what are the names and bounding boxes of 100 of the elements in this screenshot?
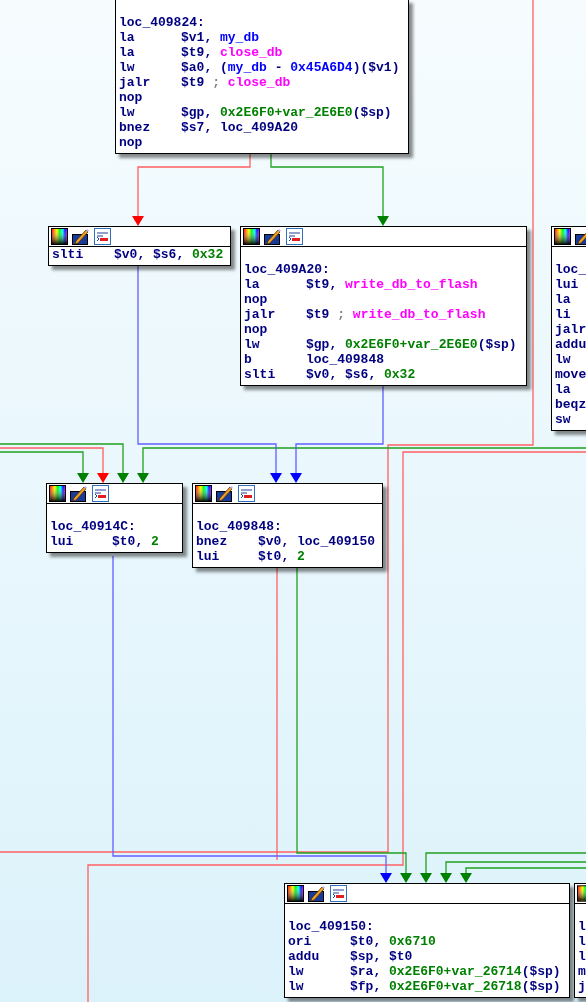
instruction-mnemonic: slti bbox=[52, 247, 85, 262]
graph-icon[interactable] bbox=[286, 228, 303, 245]
graph-icon[interactable] bbox=[92, 485, 109, 502]
instruction-mnemonic: la bbox=[244, 277, 261, 292]
instruction-mnemonic: lw bbox=[288, 964, 305, 979]
operand-text: $sp, $t0 bbox=[350, 949, 413, 964]
instruction-mnemonic: lw bbox=[244, 337, 261, 352]
numeric-operand: 0x2E6F0+var_26718 bbox=[389, 979, 522, 994]
code-label: loc_409824: bbox=[119, 15, 205, 30]
data-reference: my_db bbox=[227, 60, 267, 75]
instruction-mnemonic: nop bbox=[244, 322, 269, 337]
data-reference: 0x45A6D4 bbox=[290, 60, 353, 75]
numeric-operand: 2 bbox=[151, 534, 159, 549]
operand-text: $ra, bbox=[350, 964, 383, 979]
code-block[interactable]: loc_40914C: lui $t0, 2 bbox=[46, 483, 183, 553]
operand-text: $t9, bbox=[181, 45, 214, 60]
function-name: write_db_to_flash bbox=[345, 277, 478, 292]
function-name: write_db_to_flash bbox=[351, 307, 486, 322]
instruction-mnemonic: lw bbox=[119, 60, 136, 75]
instruction-mnemonic: lw bbox=[555, 352, 572, 367]
instruction-mnemonic: li bbox=[555, 307, 572, 322]
operand-text: ($sp) bbox=[521, 979, 561, 994]
numeric-operand: 0x2E6F0+var_2E6E0 bbox=[220, 105, 353, 120]
instruction-mnemonic: lui bbox=[196, 549, 221, 564]
instruction-mnemonic: ori bbox=[288, 934, 313, 949]
instruction-mnemonic: jalr bbox=[555, 322, 586, 337]
code-label: loc_409A20: bbox=[244, 262, 330, 277]
operand-text: $t0, bbox=[350, 934, 383, 949]
operand-text: )($v1) bbox=[352, 60, 400, 75]
color-palette-icon[interactable] bbox=[51, 228, 68, 245]
operand-text: $t9, bbox=[306, 277, 339, 292]
instruction-mnemonic: nop bbox=[119, 135, 144, 150]
code-block[interactable]: loc_409824: la $v1, my_db la $t9, close_db lw $a0, (my_db - 0x45A6D4)($v1) jalr $t9 ; close_db nop lw $gp, 0x2E6F0+var_2E6E0($sp) bnez $s7, loc_409A20 nop bbox=[115, 0, 409, 154]
color-palette-icon[interactable] bbox=[49, 485, 66, 502]
instruction-mnemonic: move bbox=[555, 367, 586, 382]
instruction-mnemonic: slti bbox=[244, 367, 277, 382]
instruction-mnemonic: jalr bbox=[244, 307, 277, 322]
instruction-mnemonic: la bbox=[119, 30, 136, 45]
code-label: loc_ bbox=[555, 262, 586, 277]
code-label: loc_40914C: bbox=[50, 519, 136, 534]
instruction-mnemonic: b bbox=[244, 352, 253, 367]
instruction-mnemonic: m bbox=[578, 964, 586, 979]
operand-text: ($sp) bbox=[352, 105, 392, 120]
instruction-mnemonic: sw bbox=[555, 412, 572, 427]
operand-text: $v0, $s6, bbox=[114, 247, 186, 262]
operand-text: $t9 bbox=[181, 75, 206, 90]
code-block[interactable]: l l l m j bbox=[574, 883, 586, 998]
code-block[interactable]: loc_409A20: la $t9, write_db_to_flash nop jalr $t9 ; write_db_to_flash nop lw $gp, 0x2E6F0+var_2E6E0($sp) b loc_409848 slti $v0, $s6, 0x32 bbox=[240, 226, 527, 386]
code-label: loc_409848: bbox=[196, 519, 282, 534]
graph-icon[interactable] bbox=[238, 485, 255, 502]
operand-text: $v0, loc_409150 bbox=[258, 534, 376, 549]
pencil-icon[interactable] bbox=[216, 485, 234, 502]
numeric-operand: 0x32 bbox=[192, 247, 224, 262]
data-reference: my_db bbox=[220, 30, 260, 45]
code-block[interactable]: loc_409848: bnez $v0, loc_409150 lui $t0, 2 bbox=[192, 483, 383, 568]
pencil-icon[interactable] bbox=[72, 228, 90, 245]
numeric-operand: 0x32 bbox=[384, 367, 416, 382]
code-block[interactable]: slti $v0, $s6, 0x32 bbox=[48, 226, 231, 266]
operand-text: $v0, $s6, bbox=[306, 367, 378, 382]
graph-icon[interactable] bbox=[330, 885, 347, 902]
numeric-operand: 0x2E6F0+var_26714 bbox=[389, 964, 522, 979]
operand-text: ($sp) bbox=[521, 964, 561, 979]
operand-text: ($sp) bbox=[477, 337, 517, 352]
color-palette-icon[interactable] bbox=[554, 228, 571, 245]
graph-icon[interactable] bbox=[94, 228, 111, 245]
numeric-operand: 0x6710 bbox=[389, 934, 436, 949]
instruction-mnemonic: la bbox=[119, 45, 136, 60]
pencil-icon[interactable] bbox=[70, 485, 88, 502]
instruction-mnemonic: l bbox=[578, 949, 586, 964]
code-block[interactable]: loc_409150: ori $t0, 0x6710 addu $sp, $t0 lw $ra, 0x2E6F0+var_26714($sp) lw $fp, 0x2E6F0+var_26718($sp) bbox=[284, 883, 570, 998]
instruction-mnemonic: addu bbox=[555, 337, 586, 352]
color-palette-icon[interactable] bbox=[195, 485, 212, 502]
instruction-mnemonic: nop bbox=[119, 90, 144, 105]
numeric-operand: 0x2E6F0+var_2E6E0 bbox=[345, 337, 478, 352]
operand-text: $fp, bbox=[350, 979, 383, 994]
code-label: loc_409150: bbox=[288, 919, 374, 934]
operand-text: $gp, bbox=[306, 337, 339, 352]
operand-text: $gp, bbox=[181, 105, 214, 120]
numeric-operand: 2 bbox=[297, 549, 305, 564]
instruction-mnemonic: lui bbox=[555, 277, 580, 292]
operand-text: - bbox=[273, 60, 284, 75]
pencil-icon[interactable] bbox=[308, 885, 326, 902]
operand-text: $t9 bbox=[306, 307, 331, 322]
pencil-icon[interactable] bbox=[264, 228, 282, 245]
function-name: close_db bbox=[226, 75, 291, 90]
function-name: close_db bbox=[220, 45, 283, 60]
code-block[interactable]: loc_ lui la li jalr addu lw move la beqz sw bbox=[551, 226, 586, 431]
instruction-mnemonic: l bbox=[578, 934, 586, 949]
instruction-mnemonic: jalr bbox=[119, 75, 152, 90]
operand-text: $s7, loc_409A20 bbox=[181, 120, 299, 135]
instruction-mnemonic: la bbox=[555, 382, 572, 397]
operand-text: $a0, ( bbox=[181, 60, 228, 75]
comment-marker: ; bbox=[337, 307, 346, 322]
color-palette-icon[interactable] bbox=[243, 228, 260, 245]
operand-text: $t0, bbox=[258, 549, 291, 564]
instruction-mnemonic: la bbox=[555, 292, 572, 307]
instruction-mnemonic: j bbox=[578, 979, 586, 994]
instruction-mnemonic: lw bbox=[119, 105, 136, 120]
color-palette-icon[interactable] bbox=[287, 885, 304, 902]
operand-text: loc_409848 bbox=[306, 352, 384, 367]
